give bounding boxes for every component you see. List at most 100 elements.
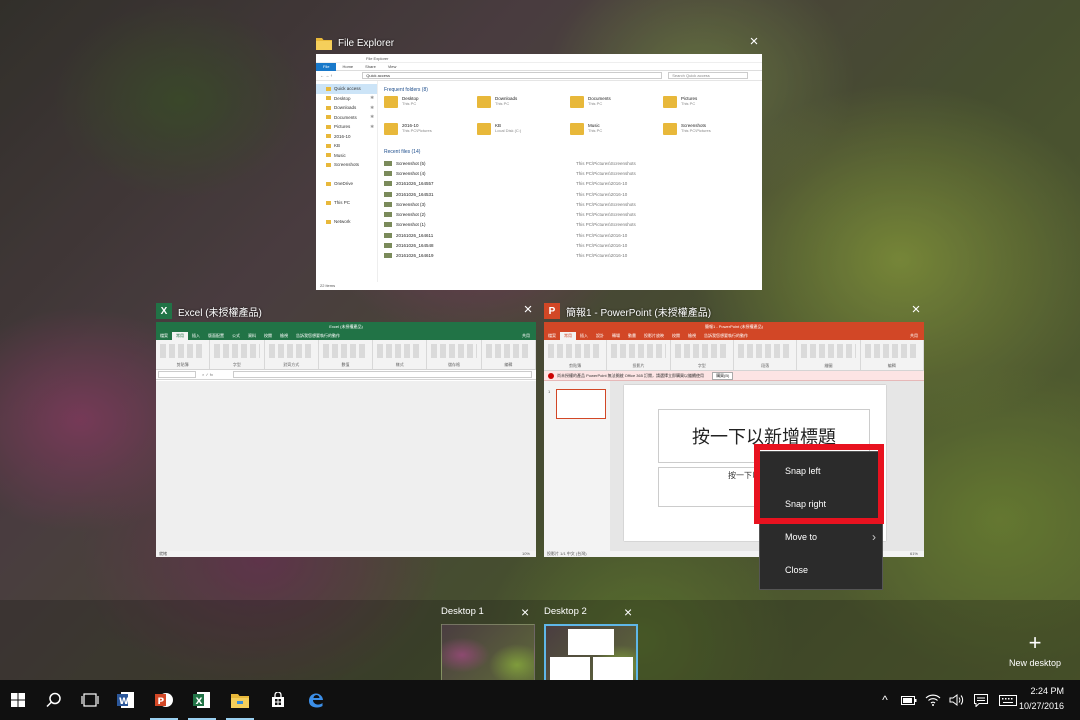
window-file-explorer[interactable]: File Explorer × File Explorer File Home Sh… bbox=[316, 32, 762, 290]
folder-icon bbox=[477, 123, 491, 135]
menu-item-move-to[interactable]: Move to › bbox=[760, 520, 882, 553]
folder-tile: Pictures This PC bbox=[663, 96, 756, 118]
chevron-up-icon[interactable]: ^ bbox=[876, 680, 894, 720]
desktop-preview[interactable] bbox=[544, 624, 638, 686]
ribbon-group-label: 段落 bbox=[761, 363, 770, 368]
search-field: Search Quick access bbox=[668, 72, 749, 79]
ribbon-controls bbox=[864, 344, 919, 358]
new-desktop-button[interactable]: + New desktop bbox=[1002, 632, 1068, 669]
folder-icon bbox=[231, 694, 249, 708]
status-text: 就緒 bbox=[159, 551, 167, 556]
taskbar-excel[interactable]: X bbox=[184, 680, 220, 720]
volume-icon[interactable] bbox=[946, 680, 968, 720]
ribbon-group-label: 儲存格 bbox=[448, 362, 461, 367]
nav-item: Desktop ✱ bbox=[316, 94, 377, 104]
window-excel[interactable]: X Excel (未授權產品) × Excel (未授權產品) 檔案 常用 插入 版面… bbox=[156, 300, 536, 557]
ribbon-group: 編輯 bbox=[482, 340, 536, 369]
ribbon-group-label: 編輯 bbox=[887, 363, 896, 368]
close-icon[interactable]: × bbox=[520, 302, 536, 318]
ribbon-group: 段落 bbox=[734, 340, 798, 370]
ribbon-tabs: 檔案 常用 插入 版面配置 公式 資料 校閱 檢視 告訴我您想要執行的動作 共用 bbox=[156, 332, 536, 340]
desktop-preview[interactable] bbox=[441, 624, 535, 686]
mini-window bbox=[568, 629, 614, 655]
folder-icon bbox=[326, 153, 331, 158]
status-text: 投影片 1/1 中文 (台灣) bbox=[547, 551, 587, 556]
list-item: Screenshot (5) This PC\Pictures\Screensho… bbox=[384, 158, 756, 168]
ribbon-controls bbox=[431, 344, 477, 358]
list-item: Screenshot (4) This PC\Pictures\Screensho… bbox=[384, 168, 756, 178]
ribbon-controls bbox=[160, 344, 206, 358]
zoom-level: 10% bbox=[521, 551, 530, 556]
ribbon-controls bbox=[268, 344, 314, 358]
wifi-icon[interactable] bbox=[922, 680, 944, 720]
action-center-icon[interactable] bbox=[970, 680, 992, 720]
taskbar-edge[interactable] bbox=[298, 680, 334, 720]
system-clock[interactable]: 2:24 PM 10/27/2016 bbox=[1019, 684, 1064, 714]
menu-item-snap-left[interactable]: Snap left bbox=[760, 454, 882, 487]
taskbar: W P X ^ 2:24 PM 10/27/2016 bbox=[0, 680, 1080, 720]
folder-tile: Screenshots This PC\Pictures bbox=[663, 123, 756, 145]
folder-tile: Documents This PC bbox=[570, 96, 663, 118]
folder-icon bbox=[326, 200, 331, 205]
slide-thumbnail bbox=[556, 389, 606, 419]
ribbon-group: 剪貼簿 bbox=[156, 340, 211, 369]
ribbon-controls bbox=[737, 344, 793, 358]
battery-icon[interactable] bbox=[898, 680, 920, 720]
ribbon-tab: 檢視 bbox=[280, 333, 288, 338]
ribbon-tab: 校閱 bbox=[672, 333, 680, 338]
window-thumbnail[interactable]: File Explorer File Home Share View ← → ↑ Qu… bbox=[316, 54, 762, 290]
nav-item: Network bbox=[316, 217, 377, 227]
search-icon bbox=[46, 692, 61, 708]
keyboard-icon[interactable] bbox=[996, 680, 1020, 720]
nav-label: Desktop bbox=[334, 95, 351, 101]
ribbon-group-label: 剪貼簿 bbox=[176, 362, 189, 367]
desktop-1[interactable]: Desktop 1 × bbox=[441, 604, 537, 686]
close-icon[interactable]: × bbox=[521, 604, 529, 620]
menu-item-close[interactable]: Close bbox=[760, 553, 882, 586]
close-icon[interactable]: × bbox=[908, 302, 924, 318]
nav-label: Network bbox=[334, 219, 351, 225]
ribbon-group-label: 樣式 bbox=[395, 362, 404, 367]
nav-item: Documents ✱ bbox=[316, 113, 377, 123]
nav-item: KB bbox=[316, 141, 377, 151]
ribbon-controls bbox=[801, 344, 856, 358]
desktop-2[interactable]: Desktop 2 × bbox=[544, 604, 640, 686]
search-button[interactable] bbox=[36, 680, 72, 720]
ribbon-controls bbox=[548, 344, 603, 358]
nav-item: Downloads ✱ bbox=[316, 103, 377, 113]
ribbon-tab: 公式 bbox=[232, 333, 240, 338]
folder-icon bbox=[384, 123, 398, 135]
close-icon[interactable]: × bbox=[746, 34, 762, 50]
image-file-icon bbox=[384, 170, 392, 176]
file-name: Screenshot (3) bbox=[396, 201, 426, 207]
ribbon-tab: View bbox=[387, 64, 397, 69]
edge-icon bbox=[308, 693, 323, 708]
window-caption: File Explorer × bbox=[316, 32, 762, 54]
file-name: 20161026_164531 bbox=[396, 191, 434, 197]
folder-icon bbox=[326, 86, 331, 91]
share-button: 共用 bbox=[522, 333, 530, 338]
taskbar-powerpoint[interactable]: P bbox=[146, 680, 182, 720]
start-button[interactable] bbox=[0, 680, 36, 720]
nav-label: Quick access bbox=[334, 86, 361, 92]
taskbar-store[interactable] bbox=[260, 680, 296, 720]
taskbar-file-explorer[interactable] bbox=[222, 680, 258, 720]
menu-item-snap-right[interactable]: Snap right bbox=[760, 487, 882, 520]
ribbon-group-label: 數值 bbox=[341, 362, 350, 367]
file-path: This PC\Pictures\2016-10 bbox=[576, 232, 628, 238]
nav-item: OneDrive bbox=[316, 179, 377, 189]
window-thumbnail[interactable]: Excel (未授權產品) 檔案 常用 插入 版面配置 公式 資料 校閱 檢視 告訴我您想要執行… bbox=[156, 322, 536, 557]
image-file-icon bbox=[384, 232, 392, 238]
ribbon-group: 對齊方式 bbox=[265, 340, 319, 369]
status-bar: 就緒 10% bbox=[156, 551, 536, 557]
store-icon bbox=[272, 692, 284, 707]
folder-icon bbox=[570, 96, 584, 108]
word-icon: W bbox=[117, 692, 134, 708]
list-item: 20161026_164548 This PC\Pictures\2016-10 bbox=[384, 240, 756, 250]
close-icon[interactable]: × bbox=[624, 604, 632, 620]
taskbar-word[interactable]: W bbox=[108, 680, 144, 720]
clock-time: 2:24 PM bbox=[1030, 686, 1064, 696]
ribbon-group: 數值 bbox=[319, 340, 374, 369]
nav-item bbox=[316, 170, 377, 180]
task-view-button[interactable] bbox=[72, 680, 108, 720]
